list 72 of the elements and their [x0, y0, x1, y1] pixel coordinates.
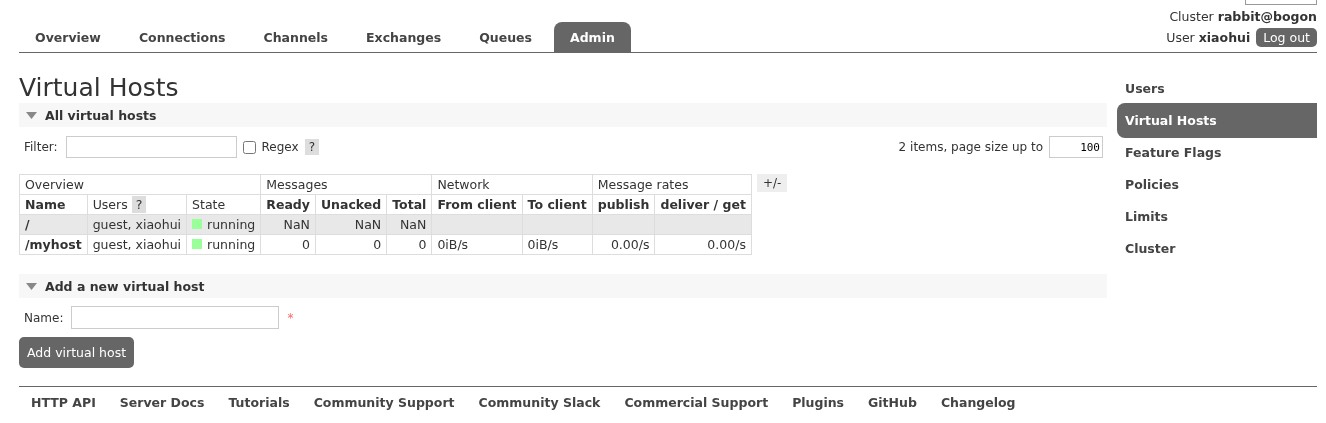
footer-link[interactable]: Community Support	[313, 395, 455, 410]
column-header: State	[186, 194, 261, 215]
collapse-triangle-icon	[26, 111, 37, 119]
paging-label: 2 items, page size up to	[898, 140, 1043, 154]
sidebar-item[interactable]: Virtual Hosts	[1117, 103, 1317, 138]
nav-tab[interactable]: Channels	[247, 22, 345, 52]
group-header: Messages	[260, 174, 432, 195]
column-header: Total	[386, 194, 432, 215]
group-header: Message rates	[592, 174, 752, 195]
nav-tab[interactable]: Exchanges	[350, 22, 458, 52]
column-header: To client	[522, 194, 593, 215]
footer-link[interactable]: HTTP API	[31, 395, 96, 410]
column-header: deliver / get	[654, 194, 752, 215]
sidebar-item[interactable]: Users	[1117, 71, 1317, 106]
add-virtual-host-button[interactable]: Add virtual host	[19, 337, 135, 368]
nav-tab[interactable]: Admin	[554, 22, 631, 52]
table-cell: 0.00/s	[654, 234, 752, 255]
footer-link[interactable]: Plugins	[792, 395, 845, 410]
user-label: User	[1166, 30, 1195, 45]
required-mark: *	[287, 310, 294, 325]
vhost-link[interactable]: /myhost	[19, 234, 88, 255]
column-header: Name	[19, 194, 88, 215]
sidebar-item[interactable]: Limits	[1117, 199, 1317, 234]
page-size-field[interactable]: 100	[1049, 136, 1103, 158]
filter-label: Filter:	[24, 140, 58, 154]
cluster-label: Cluster	[1169, 9, 1214, 24]
table-cell: guest, xiaohui	[87, 234, 187, 255]
nav-tab[interactable]: Connections	[122, 22, 242, 52]
vhost-link[interactable]: /	[19, 214, 88, 235]
help-badge[interactable]: ?	[304, 139, 319, 155]
table-cell: 0	[386, 234, 432, 255]
sidebar-item[interactable]: Cluster	[1117, 231, 1317, 266]
logout-button[interactable]: Log out	[1256, 28, 1317, 47]
footer-link[interactable]: Server Docs	[119, 395, 205, 410]
select-field[interactable]	[1245, 0, 1317, 5]
page-title: Virtual Hosts	[19, 73, 180, 103]
footer-link[interactable]: Community Slack	[478, 395, 601, 410]
section-title: Add a new virtual host	[45, 278, 205, 294]
footer-link[interactable]: GitHub	[868, 395, 917, 410]
nav-tab[interactable]: Overview	[19, 22, 117, 52]
collapse-triangle-icon	[26, 282, 37, 290]
footer-link[interactable]: Commercial Support	[624, 395, 769, 410]
state-cell: running	[186, 234, 261, 255]
nav-tab[interactable]: Queues	[463, 22, 548, 52]
regex-label: Regex	[261, 140, 299, 154]
filter-field[interactable]	[65, 136, 237, 158]
table-cell: 0	[260, 234, 316, 255]
section-title: All virtual hosts	[45, 107, 157, 123]
column-header: Unacked	[315, 194, 387, 215]
table-cell: 0iB/s	[522, 234, 593, 255]
group-header: Network	[431, 174, 593, 195]
section-header[interactable]: Add a new virtual host	[19, 274, 1107, 298]
column-header: publish	[592, 194, 655, 215]
group-header: Overview	[19, 174, 261, 195]
table-cell: 0iB/s	[431, 234, 523, 255]
columns-toggle[interactable]: +/-	[756, 174, 788, 192]
name-label: Name:	[24, 310, 64, 325]
footer-link[interactable]: Changelog	[940, 395, 1016, 410]
regex-checkbox[interactable]	[242, 140, 256, 154]
help-badge[interactable]: ?	[131, 196, 147, 213]
section-header[interactable]: All virtual hosts	[19, 103, 1107, 127]
table-cell: 0.00/s	[592, 234, 655, 255]
sidebar-item[interactable]: Feature Flags	[1117, 135, 1317, 170]
sidebar-item[interactable]: Policies	[1117, 167, 1317, 202]
user-name: xiaohui	[1198, 30, 1251, 45]
footer-link[interactable]: Tutorials	[228, 395, 290, 410]
name-field[interactable]	[71, 306, 280, 329]
column-header: Ready	[260, 194, 316, 215]
column-label: Users	[92, 197, 128, 212]
column-header: From client	[431, 194, 523, 215]
cluster-name: rabbit@bogon	[1217, 9, 1317, 24]
table-cell: 0	[315, 234, 387, 255]
